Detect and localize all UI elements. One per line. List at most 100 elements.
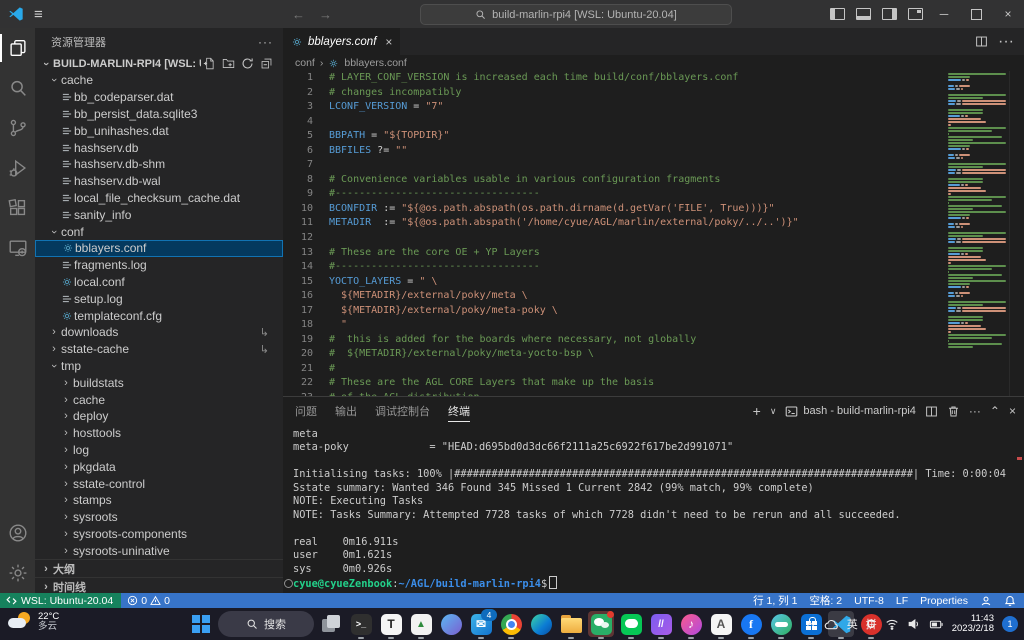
taskbar-line-button[interactable] bbox=[618, 611, 644, 637]
problems-indicator[interactable]: 0 0 bbox=[121, 595, 176, 607]
tree-item-hashserv-db-shm[interactable]: hashserv.db-shm bbox=[35, 156, 283, 173]
tree-item-sysroots-components[interactable]: ›sysroots-components bbox=[35, 526, 283, 543]
split-editor-icon[interactable] bbox=[975, 35, 988, 48]
minimap[interactable] bbox=[948, 71, 1010, 396]
remote-indicator[interactable]: WSL: Ubuntu-20.04 bbox=[0, 593, 121, 608]
split-terminal-icon[interactable] bbox=[925, 405, 938, 418]
breadcrumb[interactable]: conf › bblayers.conf bbox=[283, 55, 1024, 71]
tree-item-downloads[interactable]: ›downloads↳ bbox=[35, 324, 283, 341]
tree-item-sysroots[interactable]: ›sysroots bbox=[35, 509, 283, 526]
taskbar-search[interactable]: 搜索 bbox=[218, 611, 314, 637]
tree-item-log[interactable]: ›log bbox=[35, 442, 283, 459]
forward-icon[interactable]: → bbox=[319, 7, 332, 22]
tab-close-icon[interactable]: × bbox=[385, 35, 392, 49]
sidebar-more-icon[interactable]: ··· bbox=[258, 35, 273, 49]
tree-item-tmp[interactable]: ›tmp bbox=[35, 358, 283, 375]
taskbar-file-explorer-button[interactable] bbox=[558, 611, 584, 637]
tree-item-sstate-control[interactable]: ›sstate-control bbox=[35, 475, 283, 492]
activity-remote-explorer[interactable] bbox=[0, 228, 35, 268]
activity-extensions[interactable] bbox=[0, 188, 35, 228]
breadcrumb-file[interactable]: bblayers.conf bbox=[344, 57, 406, 69]
taskbar-image-viewer-button[interactable]: ▲ bbox=[408, 611, 434, 637]
taskbar-dev-tool-button[interactable]: // bbox=[648, 611, 674, 637]
tree-item-sstate-cache[interactable]: ›sstate-cache↳ bbox=[35, 341, 283, 358]
tree-item-bb-persist-data-sqlite3[interactable]: bb_persist_data.sqlite3 bbox=[35, 106, 283, 123]
tree-item-fragments-log[interactable]: fragments.log bbox=[35, 257, 283, 274]
back-icon[interactable]: ← bbox=[292, 7, 305, 22]
window-close-button[interactable]: × bbox=[992, 0, 1024, 28]
activity-explorer[interactable] bbox=[0, 28, 35, 68]
customize-layout-icon[interactable] bbox=[902, 0, 928, 28]
tree-item-hosttools[interactable]: ›hosttools bbox=[35, 425, 283, 442]
tree-item-bb-unihashes-dat[interactable]: bb_unihashes.dat bbox=[35, 122, 283, 139]
activity-search[interactable] bbox=[0, 68, 35, 108]
tree-item-local-conf[interactable]: local.conf bbox=[35, 274, 283, 291]
kill-terminal-icon[interactable] bbox=[947, 405, 960, 418]
activity-account[interactable] bbox=[0, 513, 35, 553]
refresh-icon[interactable] bbox=[241, 57, 254, 70]
command-decoration-icon[interactable] bbox=[284, 579, 293, 588]
tree-root[interactable]: › BUILD-MARLIN-RPI4 [WSL: UBUNT... bbox=[35, 55, 283, 72]
toggle-secondary-sidebar-icon[interactable] bbox=[876, 0, 902, 28]
collapse-all-icon[interactable] bbox=[260, 57, 273, 70]
tree-item-hashserv-db-wal[interactable]: hashserv.db-wal bbox=[35, 173, 283, 190]
panel-tab-终端[interactable]: 终端 bbox=[448, 397, 470, 425]
ime-english-indicator[interactable]: 英 bbox=[847, 616, 858, 632]
tree-item-buildstats[interactable]: ›buildstats bbox=[35, 374, 283, 391]
tree-item-stamps[interactable]: ›stamps bbox=[35, 492, 283, 509]
tree-item-bb-codeparser-dat[interactable]: bb_codeparser.dat bbox=[35, 89, 283, 106]
battery-icon[interactable] bbox=[929, 617, 944, 632]
taskbar-terminal-app-button[interactable]: >_ bbox=[348, 611, 374, 637]
menu-icon[interactable]: ≡ bbox=[34, 6, 43, 23]
code-area[interactable]: 1234567891011121314151617181920212223 # … bbox=[283, 71, 1024, 396]
notification-badge[interactable]: 1 bbox=[1002, 616, 1018, 632]
editor-more-icon[interactable]: ··· bbox=[998, 33, 1014, 51]
tree-item-local-file-checksum-cache-dat[interactable]: local_file_checksum_cache.dat bbox=[35, 190, 283, 207]
tree-item-setup-log[interactable]: setup.log bbox=[35, 290, 283, 307]
toggle-panel-icon[interactable] bbox=[850, 0, 876, 28]
tree-item-templateconf-cfg[interactable]: templateconf.cfg bbox=[35, 307, 283, 324]
panel-tab-输出[interactable]: 输出 bbox=[335, 397, 357, 425]
taskbar-mail-button[interactable]: ✉4 bbox=[468, 611, 494, 637]
taskbar-music-button[interactable]: ♪ bbox=[678, 611, 704, 637]
terminal-output[interactable]: metameta-poky = "HEAD:d695bd0d3dc66f2111… bbox=[283, 425, 1024, 596]
tree-item-pkgdata[interactable]: ›pkgdata bbox=[35, 458, 283, 475]
taskbar-chrome-button[interactable] bbox=[498, 611, 524, 637]
encoding[interactable]: UTF-8 bbox=[848, 595, 890, 607]
tree-item-cache[interactable]: ›cache bbox=[35, 391, 283, 408]
new-folder-icon[interactable] bbox=[222, 57, 235, 70]
new-file-icon[interactable] bbox=[203, 57, 216, 70]
panel-maximize-icon[interactable]: ⌃ bbox=[990, 404, 1000, 418]
taskbar-text-editor-button[interactable]: T bbox=[378, 611, 404, 637]
tree-item-bblayers-conf[interactable]: bblayers.conf bbox=[35, 240, 283, 257]
indentation[interactable]: 空格: 2 bbox=[803, 593, 848, 608]
tray-chevron-up-icon[interactable] bbox=[805, 619, 816, 630]
tree-item-conf[interactable]: ›conf bbox=[35, 223, 283, 240]
toggle-sidebar-icon[interactable] bbox=[824, 0, 850, 28]
taskbar-netdisk-button[interactable] bbox=[768, 611, 794, 637]
cursor-position[interactable]: 行 1, 列 1 bbox=[747, 593, 803, 608]
terminal-dropdown-icon[interactable]: ∨ bbox=[770, 406, 777, 417]
language-mode[interactable]: Properties bbox=[914, 595, 974, 607]
taskbar-copilot-button[interactable] bbox=[438, 611, 464, 637]
onedrive-cloud-icon[interactable] bbox=[824, 617, 839, 632]
new-terminal-icon[interactable]: + bbox=[753, 403, 761, 419]
terminal-instance[interactable]: bash - build-marlin-rpi4 bbox=[785, 405, 916, 418]
command-center-search[interactable]: build-marlin-rpi4 [WSL: Ubuntu-20.04] bbox=[420, 4, 732, 25]
sidebar-section-时间线[interactable]: ›时间线 bbox=[35, 577, 283, 593]
editor-scrollbar[interactable] bbox=[1009, 71, 1024, 396]
taskbar-task-view-button[interactable] bbox=[318, 611, 344, 637]
tree-item-hashserv-db[interactable]: hashserv.db bbox=[35, 139, 283, 156]
tab-bblayers-conf[interactable]: bblayers.conf × bbox=[283, 28, 400, 55]
volume-icon[interactable] bbox=[907, 617, 921, 631]
ime-pinyin-indicator[interactable]: 拼 bbox=[866, 616, 877, 632]
panel-tab-调试控制台[interactable]: 调试控制台 bbox=[375, 397, 430, 425]
tree-item-cache[interactable]: ›cache bbox=[35, 72, 283, 89]
window-minimize-button[interactable]: ─ bbox=[928, 0, 960, 28]
start-button[interactable] bbox=[188, 611, 214, 637]
panel-more-icon[interactable]: ··· bbox=[969, 404, 981, 418]
weather-widget[interactable]: 22°C多云 bbox=[8, 611, 59, 633]
wifi-icon[interactable] bbox=[885, 617, 899, 631]
taskbar-facebook-button[interactable]: f bbox=[738, 611, 764, 637]
tree-item-sysroots-uninative[interactable]: ›sysroots-uninative bbox=[35, 542, 283, 559]
